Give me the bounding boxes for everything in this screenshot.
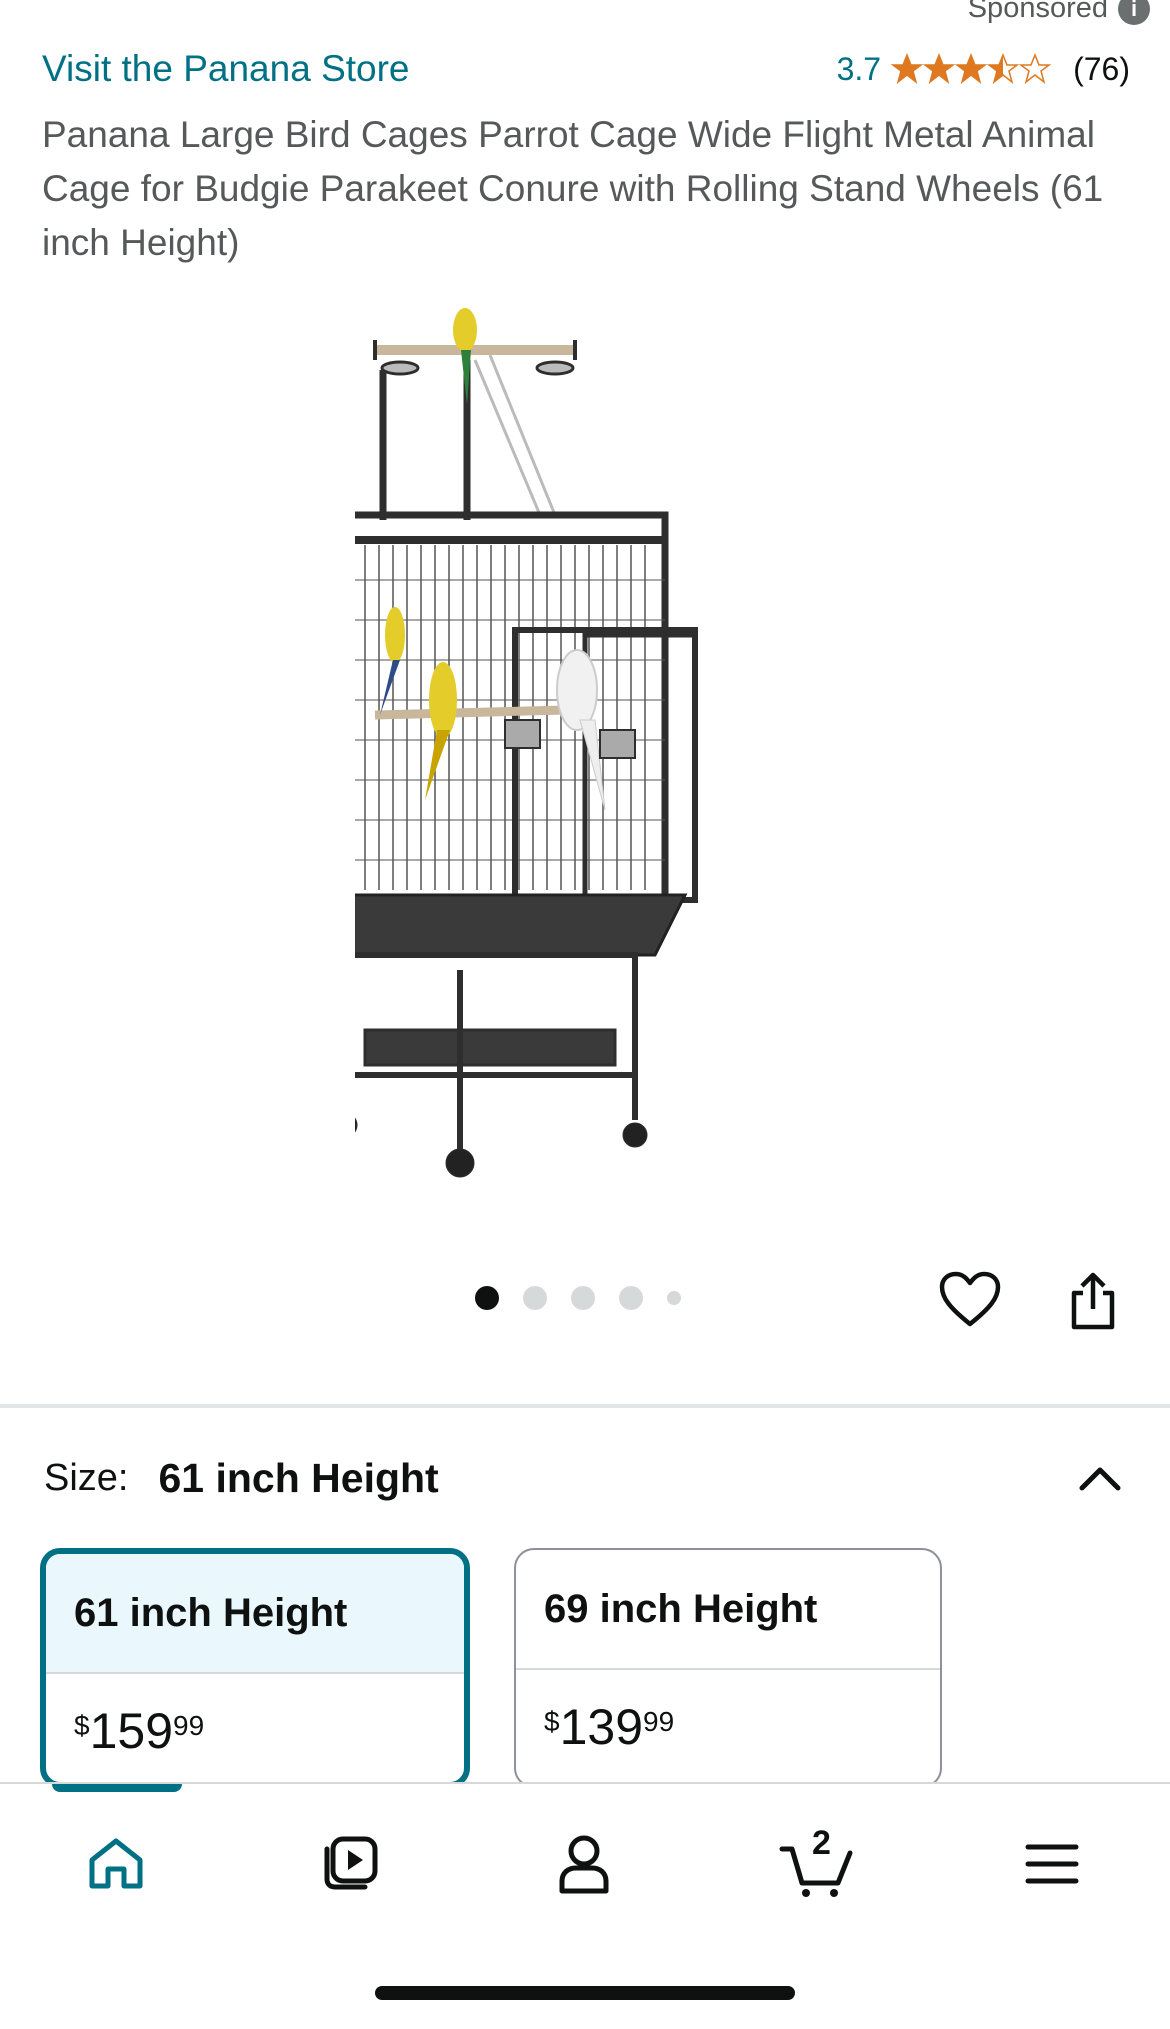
store-link[interactable]: Visit the Panana Store xyxy=(42,48,410,90)
account-icon xyxy=(559,1835,609,1894)
price-fraction: 99 xyxy=(173,1710,205,1741)
star-full-2 xyxy=(922,53,956,84)
product-title[interactable]: Panana Large Bird Cages Parrot Cage Wide… xyxy=(42,108,1110,270)
share-button[interactable] xyxy=(1058,1266,1128,1336)
chevron-up-icon xyxy=(1079,1467,1121,1491)
collapse-button[interactable] xyxy=(1070,1448,1130,1508)
wishlist-heart-button[interactable] xyxy=(935,1264,1005,1334)
rating-count: (76) xyxy=(1073,50,1130,87)
size-option-69[interactable]: 69 inch Height $ 139 99 xyxy=(514,1548,942,1788)
carousel-dot-1[interactable] xyxy=(475,1286,499,1310)
nav-video[interactable] xyxy=(310,1824,390,1904)
image-carousel-dots[interactable] xyxy=(475,1286,681,1310)
price-whole: 159 xyxy=(89,1703,174,1759)
size-selected-value: 61 inch Height xyxy=(158,1454,439,1501)
carousel-dot-4[interactable] xyxy=(619,1286,643,1310)
home-icon xyxy=(89,1838,143,1889)
size-selector-header[interactable]: Size: 61 inch Height xyxy=(44,1448,1130,1508)
price-currency: $ xyxy=(544,1706,560,1737)
cart-count-badge: 2 xyxy=(812,1824,831,1862)
rating-value: 3.7 xyxy=(836,50,882,87)
info-icon[interactable]: i xyxy=(1118,0,1150,25)
size-option-name: 69 inch Height xyxy=(516,1550,940,1670)
heart-icon xyxy=(939,1271,1001,1327)
size-option-price: $ 139 99 xyxy=(516,1670,940,1756)
active-tab-indicator xyxy=(52,1784,182,1792)
star-full-3 xyxy=(954,53,988,84)
product-image[interactable] xyxy=(355,290,815,1180)
menu-icon xyxy=(1025,1844,1079,1884)
share-icon xyxy=(1071,1272,1115,1330)
size-options: 61 inch Height $ 159 99 69 inch Height $… xyxy=(40,1548,942,1788)
nav-home[interactable] xyxy=(76,1824,156,1904)
price-whole: 139 xyxy=(559,1699,644,1755)
size-option-price: $ 159 99 xyxy=(46,1674,464,1760)
sponsored-label[interactable]: Sponsored i xyxy=(968,0,1150,25)
sponsored-text: Sponsored xyxy=(967,0,1108,24)
home-indicator[interactable] xyxy=(375,1986,795,2000)
nav-account[interactable] xyxy=(544,1824,624,1904)
carousel-dot-3[interactable] xyxy=(571,1286,595,1310)
carousel-dot-5[interactable] xyxy=(667,1291,681,1305)
stars-svg xyxy=(891,53,1052,84)
section-divider xyxy=(0,1404,1170,1408)
size-option-name: 61 inch Height xyxy=(46,1554,464,1674)
video-icon xyxy=(324,1836,378,1890)
star-empty-5 xyxy=(1018,53,1052,84)
rating[interactable]: 3.7 (76) xyxy=(837,51,1130,88)
nav-menu[interactable] xyxy=(1012,1824,1092,1904)
star-full-1 xyxy=(891,53,924,84)
star-half-4 xyxy=(986,53,1020,84)
carousel-dot-2[interactable] xyxy=(523,1286,547,1310)
nav-cart[interactable]: 2 xyxy=(778,1824,858,1904)
store-rating-row: Visit the Panana Store 3.7 (76) xyxy=(42,48,1130,90)
size-label: Size: xyxy=(44,1456,129,1499)
size-option-61[interactable]: 61 inch Height $ 159 99 xyxy=(40,1548,470,1788)
price-fraction: 99 xyxy=(643,1706,675,1737)
star-rating-icon xyxy=(891,53,1052,85)
price-currency: $ xyxy=(74,1710,90,1741)
